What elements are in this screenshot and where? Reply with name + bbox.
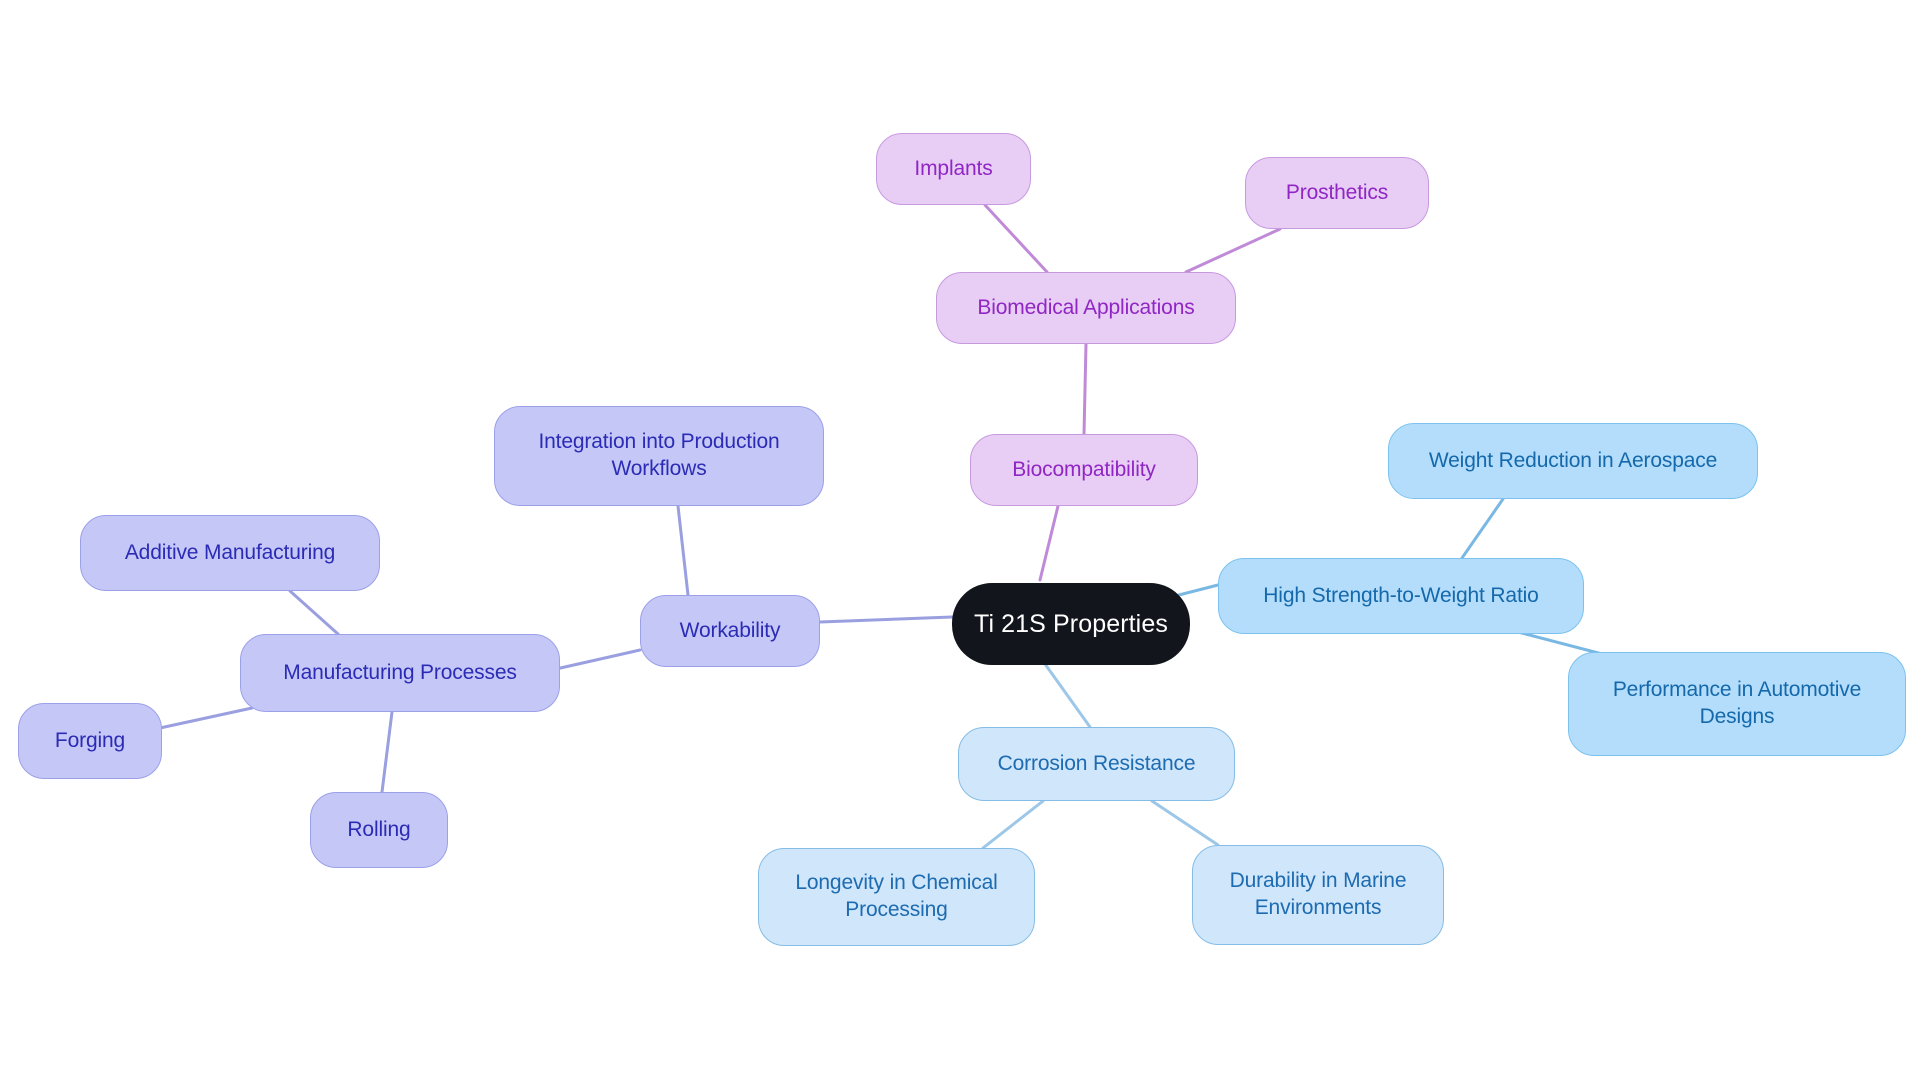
edge-manufacturing-processes-to-forging	[158, 706, 254, 730]
edge-workability-to-manufacturing-processes	[554, 648, 642, 671]
mindmap-node-additive-manufacturing[interactable]: Additive Manufacturing	[80, 515, 380, 591]
node-label-prosthetics: Prosthetics	[1285, 180, 1389, 204]
node-label-performance-automotive-designs: Performance in Automotive Designs	[1612, 678, 1862, 728]
node-label-biomedical-applications: Biomedical Applications	[977, 295, 1195, 319]
mindmap-node-workability[interactable]: Workability	[640, 595, 820, 667]
mindmap-node-forging[interactable]: Forging	[18, 703, 162, 779]
mindmap-node-implants[interactable]: Implants	[876, 133, 1031, 205]
edge-corrosion-resistance-to-longevity-chemical-processing	[981, 799, 1045, 850]
node-label-workability: Workability	[679, 618, 781, 642]
mindmap-node-weight-reduction-aerospace[interactable]: Weight Reduction in Aerospace	[1388, 423, 1758, 499]
node-label-weight-reduction-aerospace: Weight Reduction in Aerospace	[1428, 448, 1718, 472]
mindmap-node-manufacturing-processes[interactable]: Manufacturing Processes	[240, 634, 560, 712]
mindmap-canvas: Ti 21S Properties Biocompatibility Biomedi…	[0, 0, 1920, 1083]
mindmap-node-biomedical-applications[interactable]: Biomedical Applications	[936, 272, 1236, 344]
mindmap-node-high-strength-to-weight-ratio[interactable]: High Strength-to-Weight Ratio	[1218, 558, 1584, 634]
mindmap-node-performance-automotive-designs[interactable]: Performance in Automotive Designs	[1568, 652, 1906, 756]
edge-manufacturing-processes-to-rolling	[380, 710, 394, 794]
node-label-manufacturing-processes: Manufacturing Processes	[283, 660, 517, 684]
edge-biocompatibility-to-biomedical-applications	[1082, 342, 1088, 436]
edge-workability-to-integration-production-workflows	[676, 504, 690, 597]
edge-root-to-workability	[818, 615, 954, 624]
edge-root-to-corrosion-resistance	[1038, 655, 1092, 729]
mindmap-node-durability-marine-environments[interactable]: Durability in Marine Environments	[1192, 845, 1444, 945]
node-label-implants: Implants	[914, 156, 993, 180]
mindmap-node-biocompatibility[interactable]: Biocompatibility	[970, 434, 1198, 506]
edge-root-to-biocompatibility	[1038, 504, 1060, 582]
node-label-additive-manufacturing: Additive Manufacturing	[124, 540, 336, 564]
edge-high-strength-to-weight-ratio-to-weight-reduction-aerospace	[1460, 497, 1505, 560]
node-label-rolling: Rolling	[347, 817, 411, 841]
node-label-longevity-chemical-processing: Longevity in Chemical Processing	[795, 871, 998, 921]
mindmap-node-longevity-chemical-processing[interactable]: Longevity in Chemical Processing	[758, 848, 1035, 946]
node-label-forging: Forging	[54, 728, 126, 752]
edge-manufacturing-processes-to-additive-manufacturing	[288, 589, 340, 636]
edge-corrosion-resistance-to-durability-marine-environments	[1150, 799, 1220, 847]
node-label-biocompatibility: Biocompatibility	[1012, 457, 1156, 481]
mindmap-node-rolling[interactable]: Rolling	[310, 792, 448, 868]
mindmap-node-root[interactable]: Ti 21S Properties	[952, 583, 1190, 665]
mindmap-node-corrosion-resistance[interactable]: Corrosion Resistance	[958, 727, 1235, 801]
node-label-integration-production-workflows: Integration into Production Workflows	[538, 430, 780, 480]
node-label-durability-marine-environments: Durability in Marine Environments	[1229, 869, 1407, 919]
mindmap-node-prosthetics[interactable]: Prosthetics	[1245, 157, 1429, 229]
node-label-root: Ti 21S Properties	[974, 610, 1168, 638]
edge-biomedical-applications-to-implants	[983, 203, 1049, 274]
edge-biomedical-applications-to-prosthetics	[1184, 227, 1282, 274]
node-label-high-strength-to-weight-ratio: High Strength-to-Weight Ratio	[1263, 583, 1539, 607]
mindmap-node-integration-production-workflows[interactable]: Integration into Production Workflows	[494, 406, 824, 506]
node-label-corrosion-resistance: Corrosion Resistance	[997, 751, 1196, 775]
